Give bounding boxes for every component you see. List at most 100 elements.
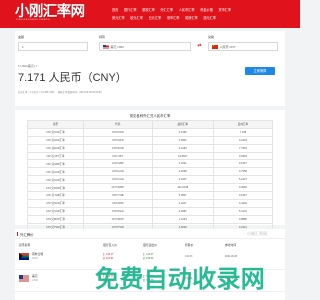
currency-code: USD xyxy=(32,277,38,282)
rate-reverse: 0.0052 xyxy=(212,183,274,193)
rate-reverse: 9.1667 xyxy=(212,159,274,169)
rate-code: CNY/AUD xyxy=(83,167,153,177)
nav-item-currency-rate[interactable]: 货币汇率 xyxy=(218,6,231,14)
amount-input[interactable]: 1 xyxy=(18,42,88,51)
rate-currency: CNY兑GBP汇率 xyxy=(27,159,84,169)
nav-item-hkd[interactable]: 港币汇率 xyxy=(167,14,180,22)
table-row[interactable]: CNY兑KRW汇率 CNY/KRW 191.6148 0.0052 xyxy=(27,183,274,193)
table-row[interactable]: CNY兑NZD汇率 CNY/NZD 0.2247 4.4494 xyxy=(27,198,274,208)
rate-currency: CNY兑AUD汇率 xyxy=(27,167,84,177)
watermark-overlay: 免费自动收录网 xyxy=(95,266,266,293)
table-row[interactable]: CNY兑THB汇率 CNY/THB 5.0837 0.1967 xyxy=(27,191,274,200)
rate-reverse: 7.7936 xyxy=(212,143,274,153)
exchange-logo: 小刚汇率网 xyxy=(247,231,267,236)
rate-reverse: 5.2437 xyxy=(212,175,274,185)
nav-item-gbp[interactable]: 英镑汇率 xyxy=(185,14,198,22)
rate-code: CNY/NZD xyxy=(83,198,153,208)
col-reverse-rate: 反向汇率 xyxy=(212,120,274,129)
converter-panel: 金额 1 持有 美元 USD ⇄ 兑换 人民币 CNY 1 USD(美元) = … xyxy=(15,31,285,106)
currency-name: 南非兰特 ZAR xyxy=(32,252,43,260)
rate-code: CNY/MOP xyxy=(83,214,153,224)
col-latest-rate: 最新汇率 xyxy=(151,120,214,129)
rate-table: 货币 代码 最新汇率 反向汇率 CNY兑USD汇率 CNY/USD 0.1395 7.… xyxy=(27,120,274,232)
currency-name: 美元 USD xyxy=(32,274,38,282)
table-row[interactable]: CNY兑CAD汇率 CNY/CAD 0.1907 5.2437 xyxy=(27,175,274,185)
table-row[interactable]: CNY兑SGD汇率 CNY/SGD 0.1881 5.3176 xyxy=(27,206,274,216)
nav-item-bank-rate[interactable]: 银行汇率 xyxy=(124,6,137,14)
rate-currency: CNY兑KRW汇率 xyxy=(27,183,84,193)
col-currency-name: 货币名称 xyxy=(19,243,31,247)
nav-item-jpy[interactable]: 日元汇率 xyxy=(149,14,162,22)
main-nav: 首页 银行汇率 基准汇率 外汇汇率 人民币汇率 黄金价格 货币汇率 美元汇率 欧… xyxy=(112,6,290,22)
col-currency: 货币 xyxy=(27,120,84,129)
rate-table-header: 货币 代码 最新汇率 反向汇率 xyxy=(27,120,274,129)
site-logo[interactable]: 小刚汇率网 XIAOGANGHUILVWANG xyxy=(15,4,109,22)
rate-currency: CNY兑NZD汇率 xyxy=(27,198,84,208)
rate-code: CNY/KRW xyxy=(83,183,153,193)
site-header: 小刚汇率网 XIAOGANGHUILVWANG 首页 银行汇率 基准汇率 外汇汇… xyxy=(0,0,300,28)
rate-latest: 0.2247 xyxy=(151,198,214,208)
to-currency-select[interactable]: 人民币 CNY xyxy=(208,42,278,51)
rate-latest: 0.2098 xyxy=(151,167,214,177)
from-currency-select[interactable]: 美元 USD xyxy=(99,42,191,51)
nav-item-usd[interactable]: 美元汇率 xyxy=(112,14,125,22)
us-flag-icon xyxy=(103,44,109,49)
nav-item-gold-price[interactable]: 黄金价格 xyxy=(200,6,213,14)
table-row[interactable]: CNY兑EUR汇率 CNY/EUR 0.1283 7.7936 xyxy=(27,143,274,153)
nav-item-eur[interactable]: 欧元汇率 xyxy=(130,14,143,22)
logo-subtitle: XIAOGANGHUILVWANG xyxy=(16,19,51,21)
nav-item-forex-rate[interactable]: 外汇汇率 xyxy=(160,6,173,14)
rate-latest: 0.1283 xyxy=(151,143,214,153)
rate-reverse: 5.3176 xyxy=(212,206,274,216)
exchange-title: 外汇牌价 xyxy=(20,233,34,237)
rate-reverse: 4.7658 xyxy=(212,167,274,177)
rate-reverse: 4.4494 xyxy=(212,198,274,208)
swap-icon[interactable]: ⇄ xyxy=(195,43,204,50)
col-code: 代码 xyxy=(83,120,153,129)
reverse-rate-text: 反向汇率：1人民币 = 0.1395 USD xyxy=(18,91,55,94)
rate-latest: 5.0837 xyxy=(151,191,214,200)
rate-latest: 191.6148 xyxy=(151,183,214,193)
za-flag-icon xyxy=(19,253,29,260)
amount-label: 金额 xyxy=(18,35,25,39)
rate-latest: 1.1254 xyxy=(151,214,214,224)
convert-button[interactable]: 立即换算 xyxy=(245,67,275,75)
rate-currency: CNY兑JPY汇率 xyxy=(27,151,84,161)
us-flag-icon xyxy=(19,275,29,282)
table-row[interactable]: CNY兑AUD汇率 CNY/AUD 0.2098 4.7658 xyxy=(27,167,274,177)
rate-reverse: 0.1967 xyxy=(212,191,274,200)
table-row[interactable]: CNY兑MOP汇率 CNY/MOP 1.1254 0.8886 xyxy=(27,214,274,224)
to-currency-label: 兑换 xyxy=(208,35,215,39)
rate-code: CNY/USD xyxy=(83,127,153,137)
col-mid-price: 折算价 xyxy=(185,243,194,247)
from-currency-label: 持有 xyxy=(99,35,106,39)
rate-latest: 0.1907 xyxy=(151,175,214,185)
table-row[interactable]: CNY兑USD汇率 CNY/USD 0.1395 7.168 xyxy=(27,127,274,137)
rate-code: CNY/THB xyxy=(83,191,153,200)
rate-code: CNY/GBP xyxy=(83,159,153,169)
rate-currency: CNY兑CAD汇率 xyxy=(27,175,84,185)
exchange-header: 外汇牌价 小刚汇率网 xyxy=(15,229,285,239)
rate-currency: CNY兑HKD汇率 xyxy=(27,135,84,145)
rate-reverse: 0.2218 xyxy=(212,135,274,145)
rate-latest: 4.0901 xyxy=(151,135,214,145)
rate-table-panel: 常见各种外汇兑人民币汇率 货币 代码 最新汇率 反向汇率 CNY兑USD汇率 CN… xyxy=(15,110,285,232)
nav-item-aud[interactable]: 澳元汇率 xyxy=(203,14,216,22)
nav-item-home[interactable]: 首页 xyxy=(112,6,118,14)
rate-latest: 0.1395 xyxy=(151,127,214,137)
rate-meta: 反向汇率：1人民币 = 0.1395 USD 国际汇率更新时间：2024-06-… xyxy=(18,90,105,94)
rate-currency: CNY兑MOP汇率 xyxy=(27,214,84,224)
rate-latest: 0.1881 xyxy=(151,206,214,216)
rate-code: CNY/HKD xyxy=(83,135,153,145)
nav-item-rmb-rate[interactable]: 人民币汇率 xyxy=(179,6,195,14)
col-bank-buy: 银行买入价 xyxy=(103,243,117,247)
result-value: 7.171 人民币（CNY） xyxy=(18,72,127,84)
rate-latest: 0.1091 xyxy=(151,159,214,169)
rate-reverse: 7.168 xyxy=(212,127,274,137)
rate-reverse: 0.0503 xyxy=(212,151,274,161)
table-row[interactable]: CNY兑JPY汇率 CNY/JPY 19.8627 0.0503 xyxy=(27,151,274,161)
table-row[interactable]: CNY兑HKD汇率 CNY/HKD 4.0901 0.2218 xyxy=(27,135,274,145)
table-row[interactable]: CNY兑GBP汇率 CNY/GBP 0.1091 9.1667 xyxy=(27,159,274,169)
nav-item-base-rate[interactable]: 基准汇率 xyxy=(142,6,155,14)
nav-row-1: 首页 银行汇率 基准汇率 外汇汇率 人民币汇率 黄金价格 货币汇率 xyxy=(112,6,290,14)
